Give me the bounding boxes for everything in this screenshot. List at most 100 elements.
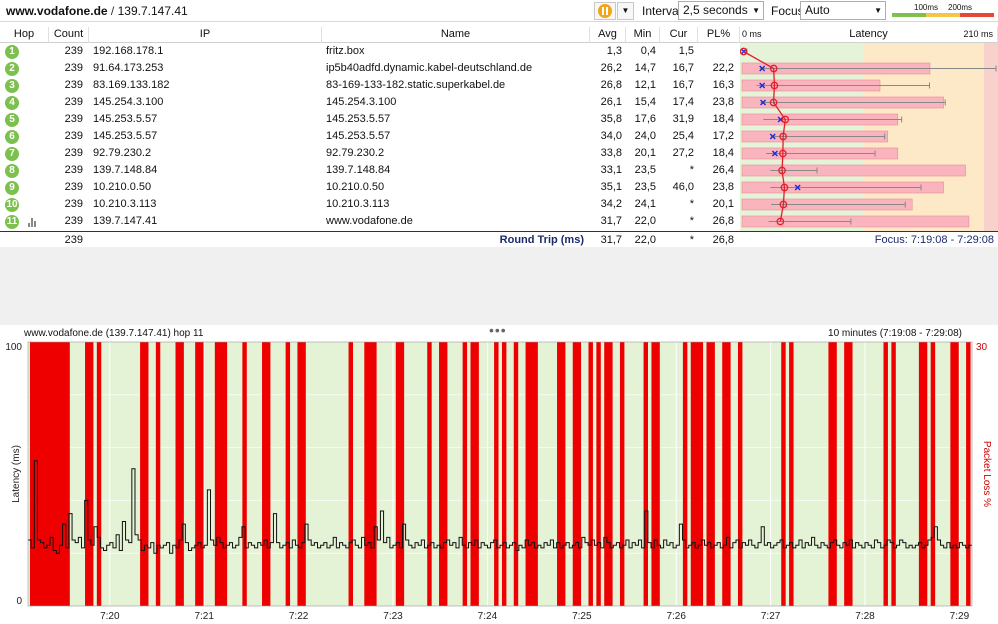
y2-max-label: 30 [976,342,988,353]
hop-pl [698,43,734,60]
packet-loss-bar [966,342,971,606]
packet-loss-bar [427,342,432,606]
packet-loss-bar [560,342,566,606]
packet-loss-bar [364,342,369,606]
hop-ip: 145.254.3.100 [93,96,164,108]
column-header-cur[interactable]: Cur [660,27,698,43]
packet-loss-bar [950,342,955,606]
table-row[interactable]: 11 239 139.7.147.41 www.vodafone.de 31,7 22,0… [0,213,740,230]
hop-min: 24,1 [634,198,656,210]
x-tick-label: 7:20 [100,611,120,622]
hop-min: 17,6 [634,113,656,125]
scale-bar-bad [960,13,994,17]
hop-avg: 35,1 [600,181,622,193]
hop-min: 12,1 [634,79,656,91]
column-header-avg[interactable]: Avg [590,27,626,43]
hop-name: 145.254.3.100 [326,96,397,108]
column-header-min[interactable]: Min [626,27,660,43]
hop-name: 92.79.230.2 [326,147,385,159]
packet-loss-bar [65,342,70,606]
packet-loss-bar [96,342,102,606]
packet-loss-bar [45,342,51,606]
packet-loss-bar [789,342,794,606]
hop-name: www.vodafone.de [326,215,413,227]
packet-loss-bar [399,342,405,606]
packet-loss-bar [844,342,849,606]
hop-pl: 23,8 [712,96,734,108]
x-tick-label: 7:22 [289,611,309,622]
packet-loss-bar [737,342,743,606]
hop-name: 10.210.0.50 [326,181,385,193]
packet-loss-bar [368,342,373,606]
hop-count: 239 [64,130,83,142]
hop-count: 239 [64,215,83,227]
packet-loss-bar [655,342,660,606]
packet-loss-bar [285,342,291,606]
column-header-name[interactable]: Name [322,27,590,43]
scale-bar-warn [926,13,960,17]
x-tick-label: 7:28 [855,611,875,622]
packet-loss-bar [781,342,786,606]
column-header-ip[interactable]: IP [89,27,322,43]
column-header-hop[interactable]: Hop [0,27,49,43]
hop-ip: 139.7.148.84 [93,164,158,176]
focus-select[interactable]: Auto ▼ [800,1,886,20]
hop-count: 239 [64,198,83,210]
table-row[interactable]: 3 239 83.169.133.182 83-169-133-182.static.… [0,77,740,94]
table-row[interactable]: 5 239 145.253.5.57 145.253.5.57 35,8 17,6 31,9… [0,111,740,128]
pause-button[interactable] [594,2,616,20]
packet-loss-bar [883,342,888,606]
hop-pl: 18,4 [712,113,734,125]
hop-name: 139.7.148.84 [326,164,391,176]
hop-number: 7 [5,147,19,161]
hop-number: 5 [5,113,19,127]
target-host: www.vodafone.de [6,4,108,18]
focus-label: Focus [771,4,804,18]
hop-cur: 27,2 [672,147,694,159]
table-row[interactable]: 6 239 145.253.5.57 145.253.5.57 34,0 24,0 25,4… [0,128,740,145]
packet-loss-bar [372,342,377,606]
table-row[interactable]: 8 239 139.7.148.84 139.7.148.84 33,1 23,5 * 26,… [0,162,740,179]
packet-loss-bar [29,342,35,606]
scale-label-200: 200ms [948,3,973,12]
y-max-label: 100 [5,342,22,353]
latency-max-label: 210 ms [963,29,993,39]
hop-number: 8 [5,164,19,178]
hop-ip: 92.79.230.2 [93,147,152,159]
hop-avg: 26,8 [600,79,622,91]
column-header-latency[interactable]: 0 ms Latency 210 ms [740,27,998,43]
total-cur: * [689,234,694,246]
table-row[interactable]: 7 239 92.79.230.2 92.79.230.2 33,8 20,1 27,2 18… [0,145,740,162]
hop-min: 22,0 [634,215,656,227]
packet-loss-bar [218,342,224,606]
packet-loss-bar [140,342,145,606]
hop-pl: 18,4 [712,147,734,159]
packet-loss-bar [572,342,578,606]
column-header-count[interactable]: Count [49,27,89,43]
hop-count: 239 [64,147,83,159]
hop-count: 239 [64,181,83,193]
table-row[interactable]: 4 239 145.254.3.100 145.254.3.100 26,1 15,4 17… [0,94,740,111]
interval-select[interactable]: 2,5 seconds ▼ [678,1,764,20]
packet-loss-bar [88,342,94,606]
focus-value: Auto [805,3,830,17]
packet-loss-bar [706,342,711,606]
hop-number: 11 [5,215,19,229]
packet-loss-bar [930,342,936,606]
table-row[interactable]: 2 239 91.64.173.253 ip5b40adfd.dynamic.kabe… [0,60,740,77]
packet-loss-bar [891,342,896,606]
splitter-handle[interactable]: ••• [489,322,507,338]
table-row[interactable]: 9 239 10.210.0.50 10.210.0.50 35,1 23,5 46,0 23… [0,179,740,196]
hop-avg: 35,8 [600,113,622,125]
column-header-pl[interactable]: PL% [698,27,740,43]
hop-cur: * [689,198,694,210]
table-row[interactable]: 1 239 192.168.178.1 fritz.box 1,3 0,4 1,5 [0,43,740,60]
packet-loss-bar [462,342,468,606]
packet-loss-bar [49,342,55,606]
hop-ip: 10.210.3.113 [93,198,157,210]
table-row[interactable]: 10 239 10.210.3.113 10.210.3.113 34,2 24,1 * 20… [0,196,740,213]
packet-loss-bar [242,342,247,606]
pause-dropdown-button[interactable]: ▼ [617,2,634,20]
hop-name: 145.253.5.57 [326,113,391,125]
hop-avg: 26,1 [600,96,622,108]
